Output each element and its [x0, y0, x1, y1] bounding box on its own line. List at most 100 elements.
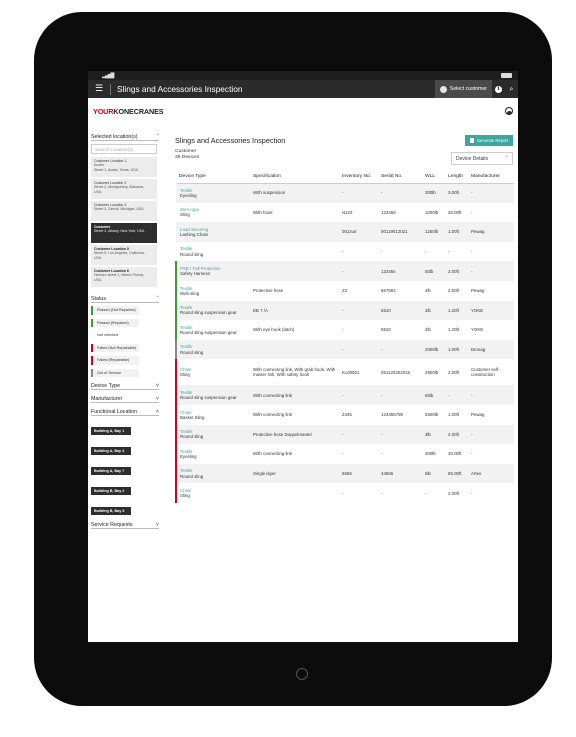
serial-cell: 44556	[381, 470, 394, 476]
table-row[interactable]: Textile Eyesling With connecting link - - 300…	[175, 444, 514, 464]
device-subtype: Round sling suspension gear	[180, 329, 237, 335]
status-filter-item[interactable]: Passed (Repaired)	[91, 318, 139, 327]
table-row[interactable]: Wire rope Sling With hook N123 123456 1000lb 3…	[176, 202, 514, 223]
device-subtype: Sling	[180, 212, 190, 218]
select-customer-label: Select customer	[449, 86, 487, 92]
signal-icon: ▂▄▆█	[102, 73, 114, 79]
manufacturer-cell: -	[471, 268, 473, 274]
device-subtype: Eyesling	[180, 193, 197, 199]
location-item[interactable]: Customer Location 3 Street 3, Detroit, Mi…	[91, 201, 157, 221]
device-type-cell: Textile Round sling suspension gear	[175, 385, 250, 405]
location-item[interactable]: Customer Street 4, Albany, New York, USA	[91, 223, 157, 243]
status-filter-item[interactable]: Failed (Not Repairable)	[91, 343, 139, 352]
specification-cell: With connecting link	[253, 451, 293, 457]
device-details-dropdown[interactable]: Device Details ˅	[451, 152, 513, 165]
app-screen: ▂▄▆█ ☰ Slings and Accessories Inspection…	[88, 71, 518, 642]
column-header[interactable]: Manufacturer	[468, 171, 514, 184]
status-filter-item[interactable]: Failed (Repairable)	[91, 356, 139, 365]
table-row[interactable]: Textile Round sling - - - - -	[176, 241, 514, 262]
inventory-cell: -	[342, 490, 344, 496]
location-address-line: USA	[94, 189, 102, 194]
functional-location-chip[interactable]: Building B, Bay 2	[91, 487, 131, 495]
manufacturer-label: Manufacturer	[91, 395, 123, 402]
location-address: Street 5, Los Angeles, California,	[94, 251, 145, 256]
wll-cell: 300lb	[425, 451, 436, 457]
table-row[interactable]: Textile Round sling suspension gear With e…	[175, 320, 514, 340]
device-type-cell: Chain Sling	[175, 359, 250, 386]
location-item[interactable]: Customer Location 1, Austin Street 1, Aust…	[91, 157, 157, 177]
service-requests-filter[interactable]: Service Requests ˅	[91, 521, 159, 529]
chevron-down-icon: ˅	[155, 521, 159, 528]
serial-cell: 667664	[381, 288, 396, 294]
functional-location-chip[interactable]: Building A, Bay 1	[91, 427, 131, 435]
user-account-icon[interactable]	[505, 107, 513, 115]
table-row[interactable]: Textile Round sling - - 2000lb 1.00ft Demag	[175, 339, 514, 360]
column-header[interactable]: WLL	[422, 171, 445, 184]
specification-cell	[250, 483, 339, 503]
manufacturer-cell: -	[471, 451, 473, 457]
table-row[interactable]: Chain Sling With connecting link, With gra…	[175, 359, 514, 386]
column-header[interactable]: Device Type	[176, 171, 250, 184]
select-customer-button[interactable]: Select customer	[434, 80, 492, 98]
generate-report-label: Generate Report	[476, 137, 508, 143]
devices-table: Device Type Specification Inventory No. Ser…	[175, 171, 514, 503]
home-button[interactable]	[296, 668, 308, 680]
table-row[interactable]: Chain Sling - - - 2.00ft -	[175, 483, 514, 503]
device-type-cell: Wire rope Sling	[176, 203, 250, 223]
table-row[interactable]: Textile Round sling suspension gear With c…	[175, 385, 514, 405]
table-row[interactable]: Load Securing Lashing Chain 001zurr 0011901…	[176, 222, 514, 242]
generate-report-button[interactable]: Generate Report	[464, 134, 513, 146]
info-button[interactable]: i	[492, 85, 505, 93]
column-header[interactable]: Length	[445, 171, 468, 184]
status-filter-item[interactable]: Not checked	[91, 331, 139, 340]
konecranes-logo[interactable]: YOURKONECRANES	[93, 107, 164, 116]
inventory-cell: -	[342, 268, 344, 274]
chevron-down-icon: ˅	[155, 382, 159, 389]
status-filter-item[interactable]: Passed (Not Repaired)	[91, 306, 139, 315]
chevron-up-icon: ˄	[155, 408, 159, 415]
wll-cell: 3lb	[425, 431, 431, 437]
wll-cell: -	[425, 490, 427, 496]
serial-cell: -	[381, 451, 383, 457]
device-type-cell: Textile Round sling	[175, 463, 250, 484]
device-type-cell: PSE / Fall Protection Safety Harness	[175, 261, 250, 281]
table-row[interactable]: Textile Round sling Single layer 6655 44556 6…	[175, 463, 514, 484]
functional-location-chip[interactable]: Building B, Bay 3	[91, 507, 131, 515]
device-subtype: Basket Sling	[180, 414, 205, 420]
column-header[interactable]: Specification	[250, 171, 339, 184]
table-row[interactable]: Textile Eyesling With suspension - - 300lb 3.0…	[176, 183, 514, 203]
device-subtype: Web sling	[180, 290, 200, 296]
search-icon[interactable]: ⌕	[505, 85, 518, 94]
table-row[interactable]: Textile Round sling Protective hose Doppel…	[175, 424, 514, 445]
status-header[interactable]: Status ˄	[91, 295, 159, 303]
column-header[interactable]: Serial No.	[378, 171, 422, 184]
status-filter-item[interactable]: Out of Service	[91, 368, 139, 377]
table-row[interactable]: PSE / Fall Protection Safety Harness - 1234…	[175, 261, 514, 281]
table-row[interactable]: Chain Basket Sling With connecting link 234…	[175, 404, 514, 425]
table-row[interactable]: Textile Web sling Protective hose 23 667664 4…	[175, 280, 514, 301]
functional-location-chip[interactable]: Building A, Bay 7	[91, 467, 131, 475]
functional-location-filter[interactable]: Functional Location ˄	[91, 408, 159, 416]
functional-location-chip[interactable]: Building A, Bay 4	[91, 447, 131, 455]
inventory-cell: 6655	[342, 470, 352, 476]
hamburger-menu-icon[interactable]: ☰	[92, 84, 106, 94]
location-item[interactable]: Customer Location 6 Harbour street 1, Mia…	[91, 267, 157, 287]
length-cell: -	[448, 248, 450, 254]
location-item[interactable]: Customer Location 2 Street 2, Montgomery,…	[91, 179, 157, 199]
location-item[interactable]: Customer Location 5 Street 5, Los Angeles…	[91, 245, 157, 265]
manufacturer-cell: -	[471, 209, 473, 215]
wll-cell: 2900lb	[425, 369, 439, 375]
brand-row: YOURKONECRANES	[88, 98, 518, 124]
logo-brand: KONECRANES	[113, 106, 164, 116]
table-row[interactable]: Textile Round sling suspension gear EB 7 /…	[175, 300, 514, 321]
selected-locations-header[interactable]: Selected location(s) ˄	[91, 133, 159, 141]
manufacturer-filter[interactable]: Manufacturer ˅	[91, 395, 159, 403]
device-type-cell: Load Securing Lashing Chain	[176, 222, 250, 242]
location-search-input[interactable]: Search Location(s)...	[91, 144, 157, 154]
wll-cell: -	[425, 248, 427, 254]
location-address-line: Street 1, Austin, Texas, USA	[94, 167, 138, 172]
length-cell: 1.00ft	[448, 229, 459, 235]
device-type-filter[interactable]: Device Type ˅	[91, 382, 159, 390]
wll-cell: 2500lb	[425, 412, 439, 418]
column-header[interactable]: Inventory No.	[339, 171, 378, 184]
